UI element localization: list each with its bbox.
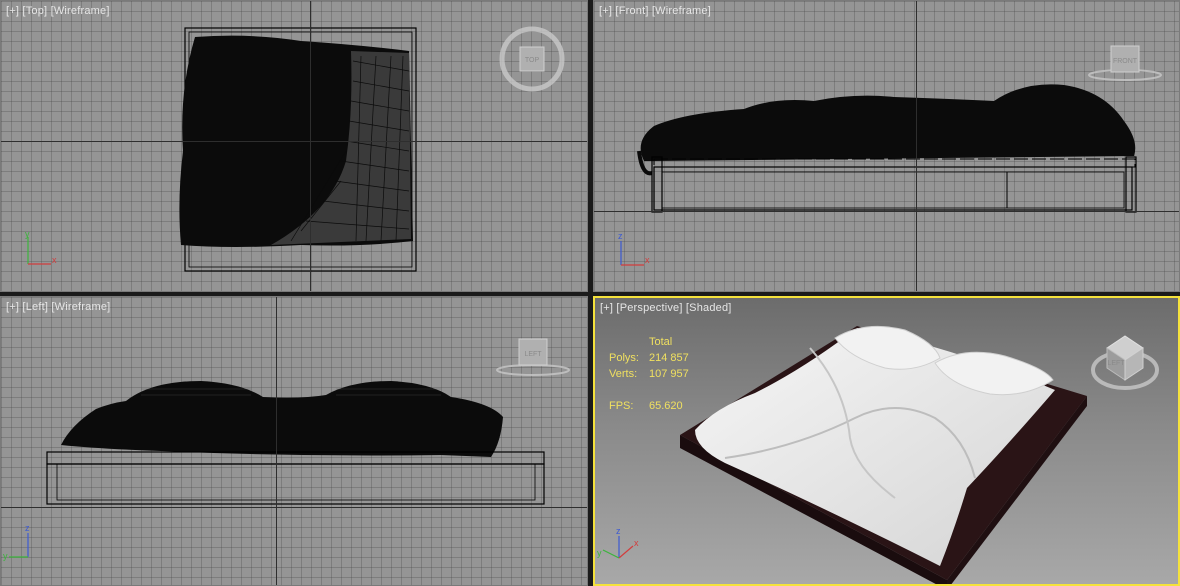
viewport-menu-plus[interactable]: +: [603, 302, 610, 314]
home-grid-axis-horizontal: [1, 507, 587, 508]
stats-header: Total: [649, 336, 673, 348]
statistics-overlay: Total Polys: 214 857 Verts: 107 957 FPS: 65…: [609, 334, 729, 414]
fps-value: 65.620: [649, 400, 683, 412]
svg-text:y: y: [3, 551, 8, 561]
axis-gizmo-top: y x: [25, 229, 57, 265]
fps-label: FPS:: [609, 400, 634, 412]
axis-gizmo-left: z y: [3, 523, 30, 561]
home-grid-axis-vertical: [276, 297, 277, 585]
viewport-point-of-view[interactable]: Top: [26, 5, 44, 17]
home-grid-axis-vertical: [310, 1, 311, 291]
svg-text:y: y: [25, 229, 30, 239]
polys-label: Polys:: [609, 352, 639, 364]
svg-text:z: z: [25, 523, 30, 533]
viewport-shading-mode[interactable]: Wireframe: [55, 301, 108, 313]
viewport-menu-plus[interactable]: +: [9, 301, 16, 313]
svg-text:x: x: [645, 255, 650, 265]
viewport-front[interactable]: [+] [Front] [Wireframe] FRONT z x: [593, 0, 1180, 292]
home-grid-axis-vertical: [916, 1, 917, 291]
viewport-top-label[interactable]: [+] [Top] [Wireframe]: [6, 5, 110, 17]
svg-text:y: y: [597, 548, 602, 558]
home-grid-axis-horizontal: [1, 141, 587, 142]
viewport-point-of-view[interactable]: Left: [26, 301, 45, 313]
axis-gizmo-front: z x: [618, 231, 650, 266]
viewport-point-of-view[interactable]: Front: [619, 5, 646, 17]
svg-text:z: z: [618, 231, 623, 241]
verts-label: Verts:: [609, 368, 638, 380]
polys-value: 214 857: [649, 352, 689, 364]
svg-text:z: z: [616, 526, 621, 536]
viewport-left-label[interactable]: [+] [Left] [Wireframe]: [6, 301, 110, 313]
viewport-top[interactable]: [+] [Top] [Wireframe] TOP y x: [0, 0, 588, 292]
viewport-front-label[interactable]: [+] [Front] [Wireframe]: [599, 5, 711, 17]
viewport-point-of-view[interactable]: Perspective: [620, 302, 680, 314]
viewport-shading-mode[interactable]: Shaded: [689, 302, 728, 314]
home-grid-axis-horizontal: [594, 211, 1179, 212]
viewport-menu-plus[interactable]: +: [9, 5, 16, 17]
viewport-shading-mode[interactable]: Wireframe: [655, 5, 708, 17]
verts-value: 107 957: [649, 368, 689, 380]
viewport-perspective-label[interactable]: [+] [Perspective] [Shaded]: [600, 302, 732, 314]
svg-text:x: x: [634, 538, 639, 548]
viewport-menu-plus[interactable]: +: [602, 5, 609, 17]
svg-text:x: x: [52, 255, 57, 265]
viewport-perspective[interactable]: [+] [Perspective] [Shaded] Total Polys: 2…: [593, 296, 1180, 586]
viewport-left[interactable]: [+] [Left] [Wireframe] LEFT z y: [0, 296, 588, 586]
viewport-shading-mode[interactable]: Wireframe: [54, 5, 107, 17]
